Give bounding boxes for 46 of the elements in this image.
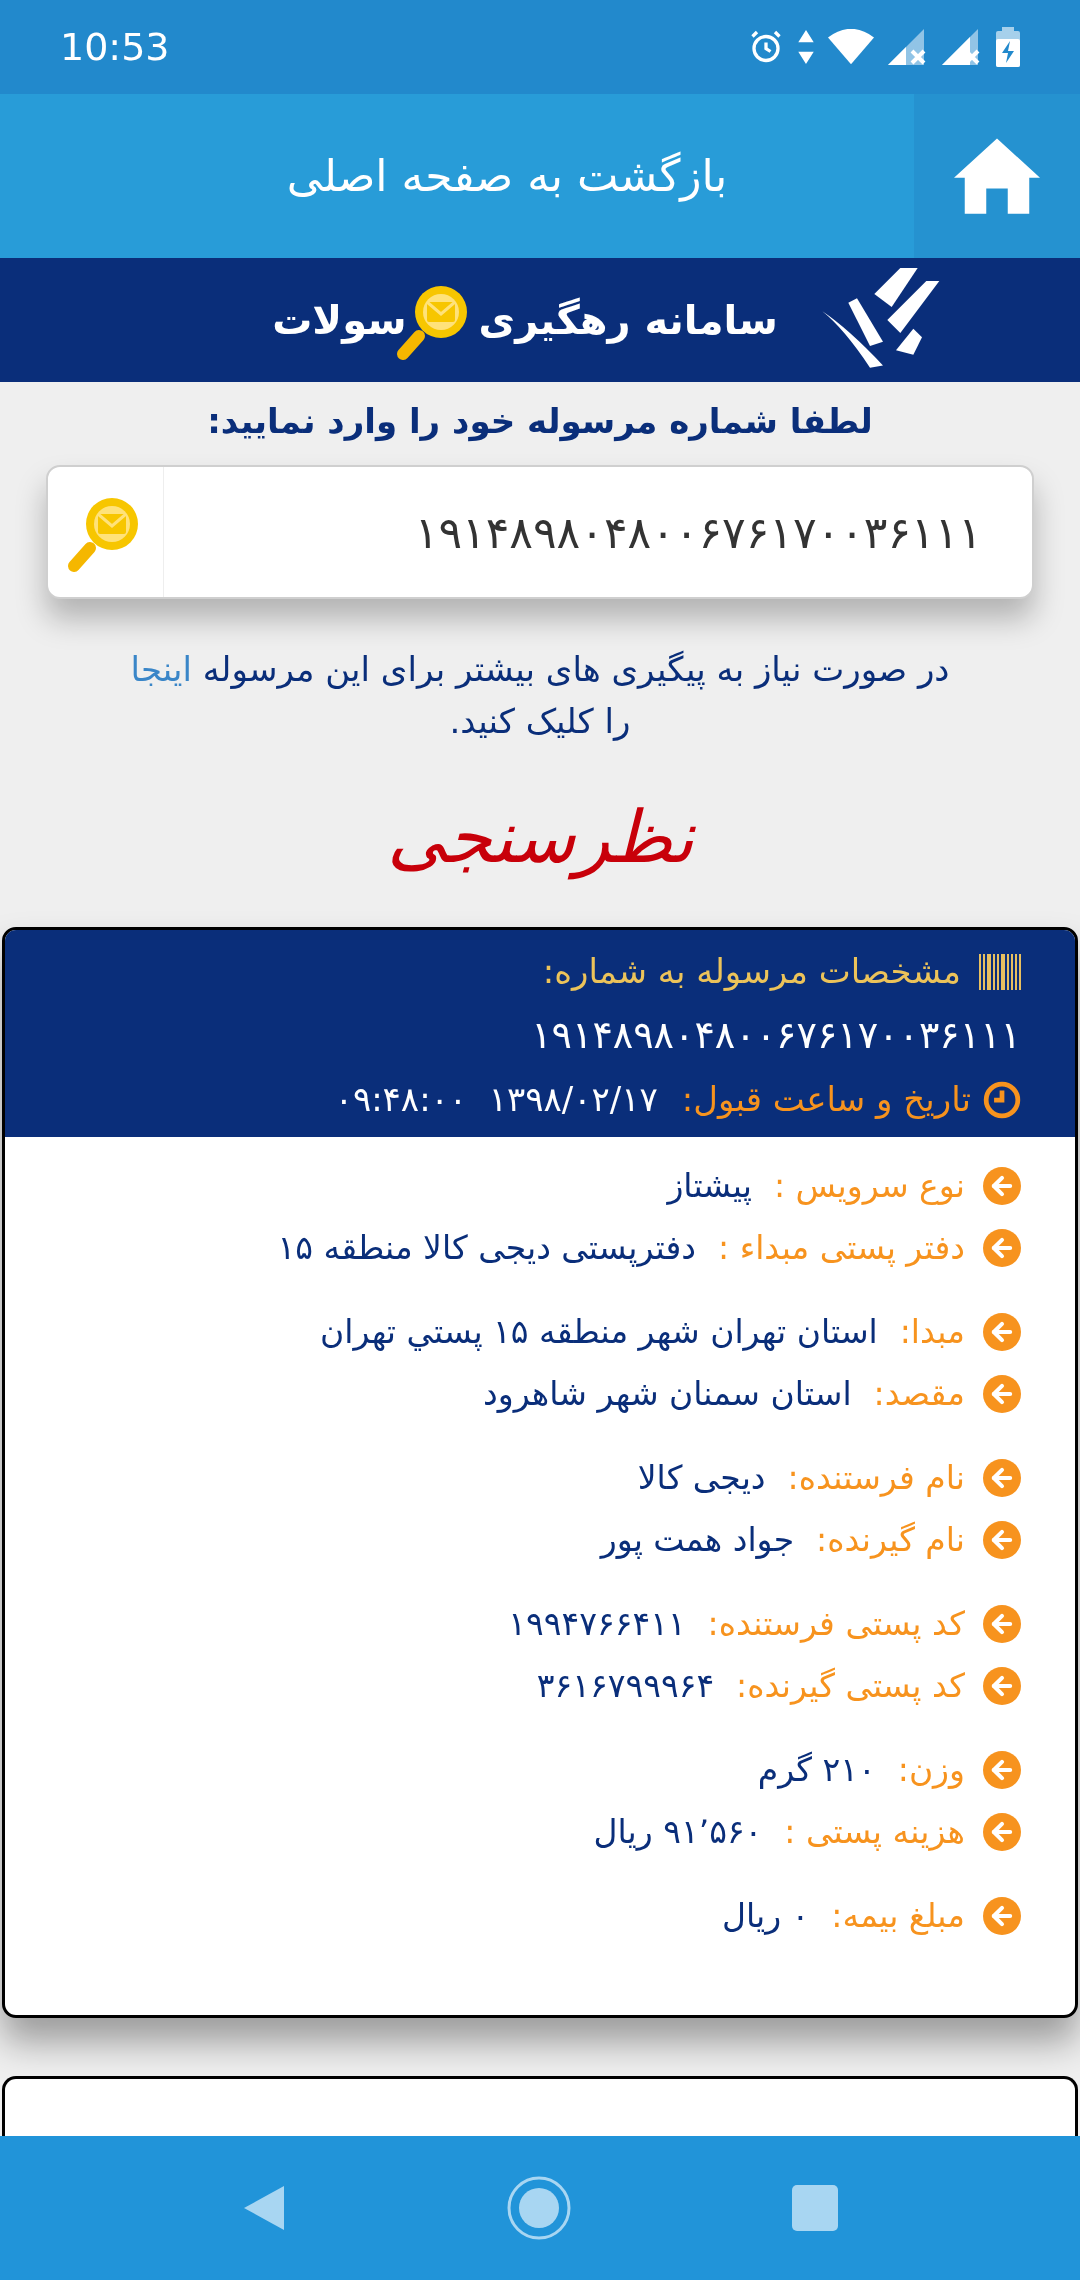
detail-label: نوع سرویس :: [773, 1165, 965, 1208]
detail-value: ۳۶۱۶۷۹۹۹۶۴: [536, 1665, 715, 1708]
detail-value: ۰ ریال: [721, 1895, 810, 1938]
data-arrows-icon: [798, 30, 814, 64]
detail-label: کد پستی فرستنده:: [707, 1603, 965, 1646]
detail-label: نام گیرنده:: [816, 1519, 965, 1562]
banner-title: سولات: [272, 296, 407, 346]
acceptance-date-value: ۱۳۹۸/۰۲/۱۷ ۰۹:۴۸:۰۰: [334, 1078, 658, 1121]
detail-label: مبدا:: [899, 1311, 965, 1354]
here-link[interactable]: اینجا: [130, 649, 192, 689]
home-icon[interactable]: [506, 2175, 572, 2241]
signal-icon: [888, 29, 928, 65]
back-to-home-link[interactable]: بازگشت به صفحه اصلی: [286, 143, 728, 209]
wifi-icon: [828, 29, 874, 65]
status-time: 10:53: [60, 23, 170, 71]
detail-value: استان سمنان شهر شاهرود: [483, 1373, 852, 1416]
home-icon[interactable]: [954, 138, 1040, 214]
back-icon[interactable]: [242, 2184, 286, 2232]
detail-value: ۹۱٬۵۶۰ ریال: [593, 1811, 763, 1854]
detail-value: ۱۹۹۴۷۶۶۴۱۱: [508, 1603, 686, 1646]
detail-value: پیشتاز: [667, 1165, 752, 1208]
battery-icon: [996, 27, 1020, 67]
signal-icon: [942, 29, 982, 65]
survey-logo[interactable]: نظرسنجی: [386, 787, 694, 887]
detail-value: دفترپستی دیجی کالا منطقه ۱۵: [277, 1227, 697, 1270]
detail-value: ۲۱۰ گرم: [757, 1749, 876, 1792]
detail-value: استان تهران شهر منطقه ۱۵ پستي تهران: [320, 1311, 878, 1354]
prompt-text: لطفا شماره مرسوله خود را وارد نمایید:: [207, 400, 873, 444]
barcode-icon: [979, 953, 1021, 990]
acceptance-date-label: تاریخ و ساعت قبول:: [681, 1078, 971, 1121]
detail-label: مبلغ بیمه:: [831, 1895, 965, 1938]
clock-icon: [983, 1080, 1021, 1119]
detail-label: کد پستی گیرنده:: [736, 1665, 965, 1708]
detail-label: وزن:: [897, 1749, 965, 1792]
detail-value: جواد همت پور: [600, 1519, 795, 1562]
detail-label: دفتر پستی مبداء :: [718, 1227, 965, 1270]
shipment-heading: مشخصات مرسوله به شماره:: [542, 950, 961, 993]
detail-label: مقصد:: [873, 1373, 965, 1416]
more-tracking-notice: در صورت نیاز به پیگیری های بیشتر برای این مرسوله اینجا را کلیک کنید.: [129, 648, 951, 743]
detail-value: دیجی کالا: [637, 1457, 766, 1500]
shipment-number: ۱۹۱۴۸۹۸۰۴۸۰۰۶۷۶۱۷۰۰۳۶۱۱۱: [530, 1012, 1021, 1059]
detail-label: هزینه پستی :: [784, 1811, 965, 1854]
home-button[interactable]: [914, 94, 1080, 258]
tracking-number-field[interactable]: ۱۹۱۴۸۹۸۰۴۸۰۰۶۷۶۱۷۰۰۳۶۱۱۱: [46, 465, 1034, 599]
detail-label: نام فرستنده:: [787, 1457, 965, 1500]
banner-title: سامانه رهگیری: [478, 296, 778, 346]
